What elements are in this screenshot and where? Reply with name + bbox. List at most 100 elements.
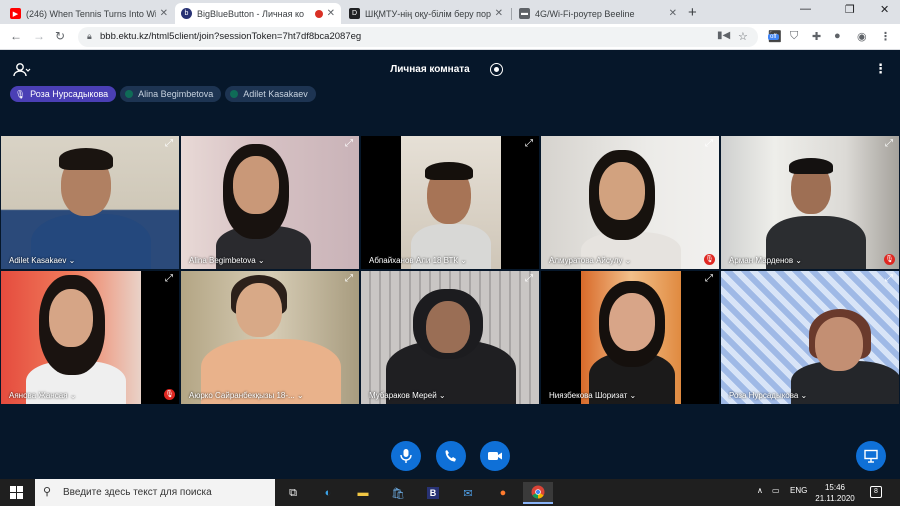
new-tab-icon[interactable]: + [688,4,697,21]
clock-date: 21.11.2020 [815,494,855,503]
webcam-button[interactable] [480,441,510,471]
tab-title: BigBlueButton - Личная ко [197,8,305,19]
file-explorer-icon[interactable]: ▬ [348,482,378,504]
edge-icon[interactable]: ◐ [313,482,343,504]
talker-name: Adilet Kasakaev [243,89,308,99]
tab-title: (246) When Tennis Turns Into Wi [26,8,156,19]
talker-name: Роза Нурсадыкова [30,89,109,99]
browser-tab[interactable]: ▬ 4G/Wi-Fi-роутер Beeline ✕ [513,3,683,24]
close-tab-icon[interactable]: ✕ [669,8,677,19]
video-tile[interactable]: ⤢ Аюрко Сайранбекқызы 18-... ⌄ [181,271,359,404]
tab-title: ШҚМТУ-нің оқу-білім беру пор [365,8,491,19]
browser-menu-icon[interactable]: ⋮ [880,30,891,43]
store-icon[interactable]: 🛍︎ [383,482,413,504]
router-icon: ▬ [519,8,530,19]
camera-in-use-icon[interactable]: ▮◀ [717,30,730,41]
participant-name[interactable]: Ниязбекова Шоризат ⌄ [549,391,636,400]
talker-name: Alina Begimbetova [138,89,214,99]
fullscreen-icon[interactable]: ⤢ [163,139,175,151]
video-tile[interactable]: ⤢ Алмуратова Айсулу ⌄ 🎙︎ [541,136,719,269]
reload-icon[interactable]: ↻ [55,29,65,43]
video-tile[interactable]: ⤢ Adilet Kasakaev ⌄ [1,136,179,269]
fullscreen-icon[interactable]: ⤢ [343,139,355,151]
fullscreen-icon[interactable]: ⤢ [523,139,535,151]
participant-name[interactable]: Арман Марденов ⌄ [729,256,802,265]
participant-name[interactable]: Alina Begimbetova ⌄ [189,256,265,265]
talker-badge[interactable]: 🎙︎ Роза Нурсадыкова [10,86,117,102]
video-tile[interactable]: ⤢ Роза Нурсадыкова ⌄ [721,271,899,404]
tab-title: 4G/Wi-Fi-роутер Beeline [535,8,635,19]
participant-name[interactable]: Мубараков Мерей ⌄ [369,391,446,400]
browser-tab-active[interactable]: b BigBlueButton - Личная ко ✕ [175,3,341,24]
puzzle-icon[interactable]: ✚ [812,30,821,43]
fullscreen-icon[interactable]: ⤢ [883,274,895,286]
video-tile[interactable]: ⤢ Alina Begimbetova ⌄ [181,136,359,269]
url-text: bbb.ektu.kz/html5client/join?sessionToke… [100,31,362,42]
person-silhouette [233,156,279,214]
video-tile[interactable]: ⤢ Аянова Жансая ⌄ 🎙︎ [1,271,179,404]
video-tile[interactable]: ⤢ Абпайханов Али 18 ВТК ⌄ [361,136,539,269]
video-tile[interactable]: ⤢ Мубараков Мерей ⌄ [361,271,539,404]
firefox-icon[interactable]: ● [488,482,518,504]
talker-status-dot [125,90,134,98]
system-clock[interactable]: 15:46 21.11.2020 [812,482,858,504]
bbb-app-icon[interactable]: B [418,482,448,504]
present-button[interactable] [856,441,886,471]
microphone-icon: 🎙︎ [15,89,26,99]
mail-icon[interactable]: ✉ [453,482,483,504]
talking-indicator-list: 🎙︎ Роза Нурсадыкова Alina Begimbetova Ad… [10,86,316,102]
forward-icon[interactable]: → [33,29,45,43]
muted-microphone-icon: 🎙︎ [884,254,895,265]
video-tile[interactable]: ⤢ Ниязбекова Шоризат ⌄ [541,271,719,404]
video-tile[interactable]: ⤢ Арман Марденов ⌄ 🎙︎ [721,136,899,269]
record-icon[interactable] [490,63,503,76]
close-tab-icon[interactable]: ✕ [160,8,168,19]
participant-name[interactable]: Алмуратова Айсулу ⌄ [549,256,631,265]
microphone-icon [400,449,412,463]
person-silhouette [49,289,93,347]
tray-overflow-icon[interactable]: ∧ [757,486,763,495]
language-indicator[interactable]: ENG [790,486,807,495]
minimize-icon[interactable]: — [800,3,811,15]
restore-icon[interactable]: ❐ [845,3,855,16]
browser-tab[interactable]: D ШҚМТУ-нің оқу-білім беру пор ✕ [343,3,509,24]
person-silhouette [815,317,863,371]
extension-badge: off [768,34,779,40]
avatar-extension-icon[interactable]: ● [834,30,841,42]
fullscreen-icon[interactable]: ⤢ [523,274,535,286]
chrome-icon[interactable] [523,482,553,504]
fullscreen-icon[interactable]: ⤢ [703,139,715,151]
bookmark-star-icon[interactable]: ☆ [738,30,748,43]
participant-name[interactable]: Аянова Жансая ⌄ [9,391,76,400]
person-silhouette [599,162,645,220]
microphone-button[interactable] [391,441,421,471]
audio-leave-button[interactable] [436,441,466,471]
task-view-icon[interactable]: ⧉ [278,482,308,504]
taskbar-search-input[interactable]: ⚲ Введите здесь текст для поиска [35,479,275,506]
browser-tab[interactable]: ▶ (246) When Tennis Turns Into Wi ✕ [4,3,174,24]
close-tab-icon[interactable]: ✕ [495,8,503,19]
fullscreen-icon[interactable]: ⤢ [883,139,895,151]
search-placeholder: Введите здесь текст для поиска [63,487,212,498]
back-icon[interactable]: ← [10,29,22,43]
address-bar[interactable]: 🔒︎ bbb.ektu.kz/html5client/join?sessionT… [78,27,758,47]
fullscreen-icon[interactable]: ⤢ [343,274,355,286]
windows-start-icon[interactable] [10,486,23,499]
shield-extension-icon[interactable]: ⛉ [790,30,798,43]
fullscreen-icon[interactable]: ⤢ [703,274,715,286]
options-menu-icon[interactable]: ⋮ [874,61,887,77]
fullscreen-icon[interactable]: ⤢ [163,274,175,286]
bbb-app: Личная комната ⋮ 🎙︎ Роза Нурсадыкова Ali… [0,51,900,479]
talker-badge[interactable]: Alina Begimbetova [120,86,222,102]
close-window-icon[interactable]: ✕ [880,3,889,16]
participant-name[interactable]: Абпайханов Али 18 ВТК ⌄ [369,256,467,265]
close-tab-icon[interactable]: ✕ [327,8,335,19]
network-icon[interactable]: ▭ [772,486,780,495]
person-silhouette [59,148,113,170]
participant-name[interactable]: Аюрко Сайранбекқызы 18-... ⌄ [189,391,304,400]
participant-name[interactable]: Роза Нурсадыкова ⌄ [729,391,807,400]
notification-center-icon[interactable]: 8 [870,486,882,498]
talker-badge[interactable]: Adilet Kasakaev [225,86,316,102]
participant-name[interactable]: Adilet Kasakaev ⌄ [9,256,75,265]
profile-avatar[interactable]: ◉ [857,30,867,43]
